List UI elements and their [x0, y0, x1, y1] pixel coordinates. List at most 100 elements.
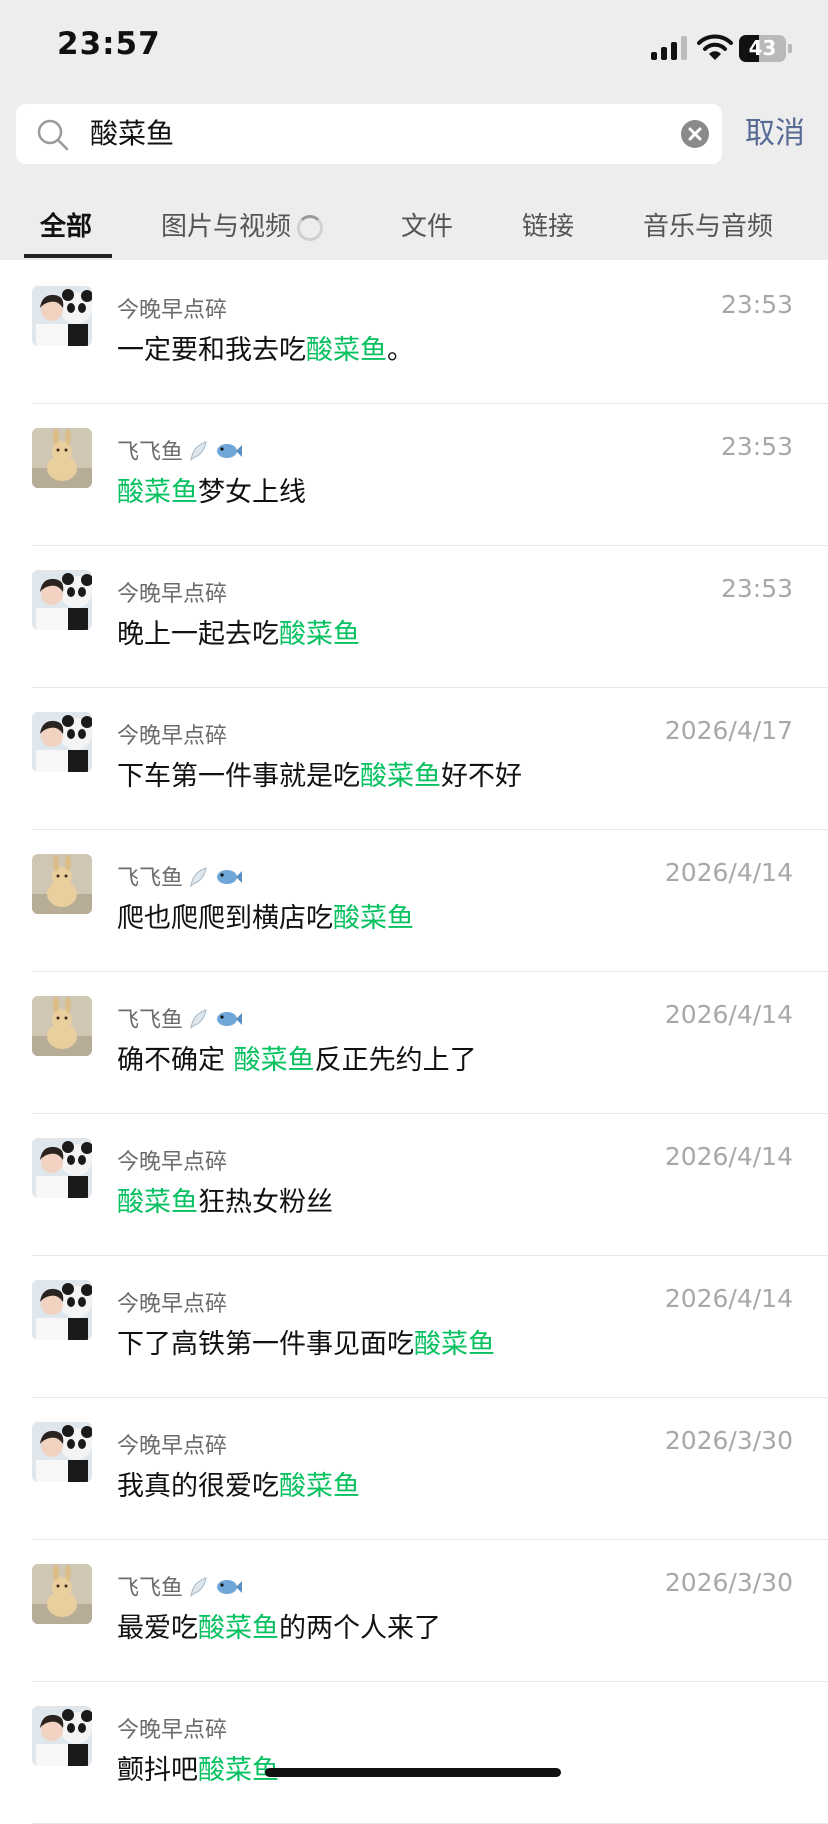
avatar[interactable] [32, 428, 92, 488]
home-indicator[interactable] [265, 1768, 561, 1777]
message-text-before: 最爱吃 [117, 1613, 198, 1644]
message-time: 2026/3/30 [664, 1568, 793, 1597]
search-results: 今晚早点碎 23:53 一定要和我去吃酸菜鱼。 飞飞鱼 23:53 酸菜鱼梦女上… [0, 262, 828, 1824]
rabbit-avatar-icon [32, 996, 92, 1056]
keyword-highlight: 酸菜鱼 [279, 619, 360, 650]
clear-search-button[interactable] [681, 120, 709, 148]
message-text: 确不确定 酸菜鱼反正先约上了 [117, 1038, 477, 1077]
result-item[interactable]: 今晚早点碎 23:53 晚上一起去吃酸菜鱼 [0, 546, 828, 688]
panda-avatar-icon [32, 1706, 92, 1766]
avatar[interactable] [32, 1280, 92, 1340]
message-text: 一定要和我去吃酸菜鱼。 [117, 328, 414, 367]
sender-name: 今晚早点碎 [117, 1718, 228, 1743]
avatar[interactable] [32, 996, 92, 1056]
message-text-before: 确不确定 [117, 1045, 234, 1076]
result-item[interactable]: 飞飞鱼 2026/4/14 确不确定 酸菜鱼反正先约上了 [0, 972, 828, 1114]
signal-icon [651, 36, 689, 60]
keyword-highlight: 酸菜鱼 [360, 761, 441, 792]
message-text-before: 下了高铁第一件事见面吃 [117, 1329, 414, 1360]
result-item[interactable]: 飞飞鱼 23:53 酸菜鱼梦女上线 [0, 404, 828, 546]
loading-spinner-icon [297, 215, 324, 241]
result-item[interactable]: 今晚早点碎 2026/4/14 酸菜鱼狂热女粉丝 [0, 1114, 828, 1256]
close-icon [688, 127, 702, 141]
rabbit-avatar-icon [32, 1564, 92, 1624]
message-text-after: 好不好 [441, 761, 522, 792]
tab-music-audio[interactable]: 音乐与音频 [643, 206, 773, 243]
message-text-before: 颤抖吧 [117, 1755, 198, 1786]
message-text: 我真的很爱吃酸菜鱼 [117, 1464, 360, 1503]
message-time: 23:53 [720, 432, 793, 461]
message-text: 酸菜鱼梦女上线 [117, 470, 306, 509]
avatar[interactable] [32, 1706, 92, 1766]
status-time: 23:57 [57, 26, 161, 62]
sender-name: 飞飞鱼 [117, 1002, 243, 1034]
avatar[interactable] [32, 1564, 92, 1624]
search-box[interactable] [16, 104, 722, 164]
result-item[interactable]: 今晚早点碎 颤抖吧酸菜鱼 [0, 1682, 828, 1824]
result-item[interactable]: 今晚早点碎 2026/3/30 我真的很爱吃酸菜鱼 [0, 1398, 828, 1540]
keyword-highlight: 酸菜鱼 [333, 903, 414, 934]
tab-files[interactable]: 文件 [401, 206, 453, 243]
message-time: 2026/4/14 [664, 858, 793, 887]
avatar[interactable] [32, 1138, 92, 1198]
result-item[interactable]: 飞飞鱼 2026/4/14 爬也爬爬到横店吃酸菜鱼 [0, 830, 828, 972]
tab-images-videos[interactable]: 图片与视频 [161, 206, 324, 243]
feather-icon [190, 441, 207, 462]
battery-icon: 43 [739, 35, 793, 62]
message-text-before: 晚上一起去吃 [117, 619, 279, 650]
message-time: 2026/4/17 [664, 716, 793, 745]
avatar[interactable] [32, 286, 92, 346]
tab-label: 图片与视频 [161, 212, 292, 242]
fish-icon [217, 444, 243, 458]
message-time: 23:53 [720, 574, 793, 603]
sender-name: 今晚早点碎 [117, 1292, 228, 1317]
sender-name: 飞飞鱼 [117, 434, 243, 466]
rabbit-avatar-icon [32, 854, 92, 914]
panda-avatar-icon [32, 1138, 92, 1198]
battery-level: 43 [748, 36, 777, 60]
message-text-after: 反正先约上了 [314, 1045, 477, 1076]
message-text-before: 下车第一件事就是吃 [117, 761, 360, 792]
avatar[interactable] [32, 712, 92, 772]
fish-icon [217, 1012, 243, 1026]
wifi-icon [697, 33, 733, 61]
sender-name: 今晚早点碎 [117, 1150, 228, 1175]
result-item[interactable]: 今晚早点碎 2026/4/17 下车第一件事就是吃酸菜鱼好不好 [0, 688, 828, 830]
search-input[interactable] [90, 104, 650, 164]
filter-tabs: 全部 图片与视频 文件 链接 音乐与音频 [0, 200, 828, 258]
avatar[interactable] [32, 570, 92, 630]
message-text-after: 。 [387, 335, 414, 366]
sender-name: 今晚早点碎 [117, 582, 228, 607]
panda-avatar-icon [32, 1280, 92, 1340]
sender-label: 飞飞鱼 [117, 866, 184, 891]
sender-name: 飞飞鱼 [117, 860, 243, 892]
sender-label: 飞飞鱼 [117, 1008, 184, 1033]
panda-avatar-icon [32, 1422, 92, 1482]
active-tab-indicator [24, 254, 112, 258]
keyword-highlight: 酸菜鱼 [117, 1187, 198, 1218]
result-item[interactable]: 今晚早点碎 2026/4/14 下了高铁第一件事见面吃酸菜鱼 [0, 1256, 828, 1398]
message-time: 23:53 [720, 290, 793, 319]
message-text: 下车第一件事就是吃酸菜鱼好不好 [117, 754, 522, 793]
message-text: 颤抖吧酸菜鱼 [117, 1748, 279, 1787]
avatar[interactable] [32, 1422, 92, 1482]
result-item[interactable]: 今晚早点碎 23:53 一定要和我去吃酸菜鱼。 [0, 262, 828, 404]
message-time: 2026/4/14 [664, 1284, 793, 1313]
result-item[interactable]: 飞飞鱼 2026/3/30 最爱吃酸菜鱼的两个人来了 [0, 1540, 828, 1682]
cancel-button[interactable]: 取消 [745, 108, 805, 160]
message-text-before: 一定要和我去吃 [117, 335, 306, 366]
tab-links[interactable]: 链接 [522, 206, 574, 243]
tab-all[interactable]: 全部 [40, 206, 92, 243]
keyword-highlight: 酸菜鱼 [306, 335, 387, 366]
sender-label: 飞飞鱼 [117, 1576, 184, 1601]
fish-icon [217, 870, 243, 884]
fish-icon [217, 1580, 243, 1594]
keyword-highlight: 酸菜鱼 [117, 477, 198, 508]
message-text: 晚上一起去吃酸菜鱼 [117, 612, 360, 651]
message-text-after: 狂热女粉丝 [198, 1187, 333, 1218]
message-time: 2026/3/30 [664, 1426, 793, 1455]
message-text-before: 我真的很爱吃 [117, 1471, 279, 1502]
search-icon [36, 118, 70, 152]
sender-name: 今晚早点碎 [117, 298, 228, 323]
avatar[interactable] [32, 854, 92, 914]
